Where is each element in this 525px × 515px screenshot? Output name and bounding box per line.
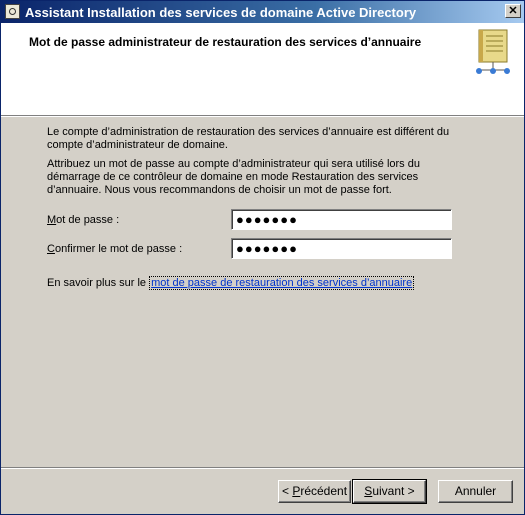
description-2: Attribuez un mot de passe au compte d’ad… <box>47 158 420 196</box>
learn-more-line: En savoir plus sur le mot de passe de re… <box>47 276 415 290</box>
wizard-header: Mot de passe administrateur de restaurat… <box>1 23 524 117</box>
learn-more-link[interactable]: mot de passe de restauration des service… <box>149 276 415 290</box>
description-1: Le compte d’administration de restaurati… <box>47 126 450 151</box>
password-input[interactable]: ●●●●●●● <box>231 209 452 230</box>
wizard-window: Assistant Installation des services de d… <box>0 0 525 515</box>
confirm-password-label: Confirmer le mot de passe : <box>47 243 183 255</box>
close-button[interactable]: ✕ <box>505 4 521 18</box>
page-title: Mot de passe administrateur de restaurat… <box>29 35 422 49</box>
next-button[interactable]: Suivant > <box>352 479 427 504</box>
confirm-password-input[interactable]: ●●●●●●● <box>231 238 452 259</box>
cancel-button[interactable]: Annuler <box>438 480 513 503</box>
button-separator <box>1 467 524 469</box>
book-network-icon <box>476 29 510 74</box>
back-button[interactable]: < Précédent <box>278 480 351 503</box>
password-label: Mot de passe : <box>47 214 120 226</box>
title-bar[interactable]: Assistant Installation des services de d… <box>1 1 524 23</box>
app-icon <box>5 4 20 19</box>
window-title: Assistant Installation des services de d… <box>25 5 417 20</box>
